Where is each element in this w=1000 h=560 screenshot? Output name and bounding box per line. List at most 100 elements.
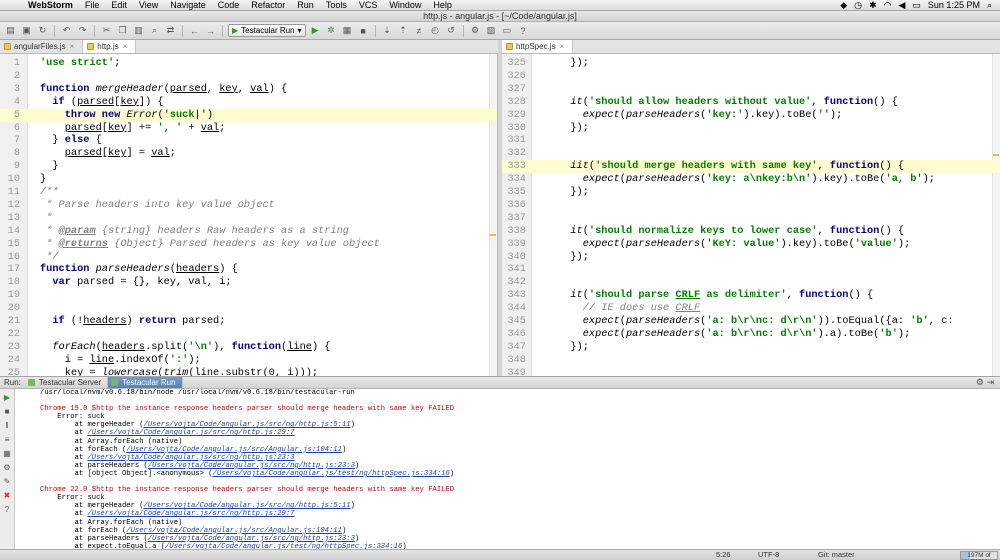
stack-trace-link[interactable]: /Users/vojta/Code/angular.js/src/ng/http… [87, 510, 294, 518]
line-number[interactable]: 348 [502, 354, 526, 367]
vcs-revert-icon[interactable]: ↺ [445, 24, 458, 37]
menu-help[interactable]: Help [427, 0, 458, 11]
code-text[interactable]: */ [40, 251, 58, 264]
debug-icon[interactable]: ✲ [325, 24, 338, 37]
code-line[interactable]: 344 // IE does use CRLF [502, 302, 1000, 315]
vcs-compare-icon[interactable]: ≠ [413, 24, 426, 37]
right-code-editor[interactable]: 325 }); 326 327 328 it('should allow header… [502, 54, 1000, 376]
line-number[interactable]: 347 [502, 341, 526, 354]
code-line[interactable]: 3 function mergeHeader(parsed, key, val) … [0, 83, 497, 96]
code-line[interactable]: 5 throw new Error('suck|') [0, 108, 497, 122]
help-icon[interactable]: ? [517, 24, 530, 37]
line-number[interactable]: 336 [502, 199, 526, 212]
code-text[interactable]: parsed[key] = val; [40, 147, 176, 160]
code-text[interactable]: function mergeHeader(parsed, key, val) { [40, 83, 287, 96]
code-line[interactable]: 349 [502, 367, 1000, 376]
line-number[interactable]: 340 [502, 251, 526, 264]
wifi-icon[interactable]: ◠ [884, 0, 892, 11]
line-number[interactable]: 2 [0, 70, 20, 83]
settings-icon[interactable]: ⚙ [2, 463, 12, 473]
code-line[interactable]: 19 [0, 289, 497, 302]
paste-icon[interactable]: ▥ [132, 24, 145, 37]
vcs-update-icon[interactable]: ⇣ [381, 24, 394, 37]
line-number[interactable]: 23 [0, 341, 20, 354]
code-line[interactable]: 345 expect(parseHeaders('a: b\r\nc: d\r\… [502, 315, 1000, 328]
line-number[interactable]: 14 [0, 225, 20, 238]
tab-angularfiles[interactable]: angularFiles.js × [0, 40, 84, 53]
code-text[interactable]: expect(parseHeaders('a: b\r\nc: d\r\n'))… [558, 315, 954, 328]
run-console-output[interactable]: /usr/local/nvm/v0.6.18/bin/node /usr/loc… [16, 389, 1000, 549]
code-text[interactable]: }); [558, 122, 589, 135]
help-icon[interactable]: ? [2, 505, 12, 515]
line-number[interactable]: 343 [502, 289, 526, 302]
code-text[interactable]: /** [40, 186, 59, 199]
line-number[interactable]: 12 [0, 199, 20, 212]
line-number[interactable]: 346 [502, 328, 526, 341]
line-number[interactable]: 5 [0, 109, 20, 122]
pin-icon[interactable]: ✎ [2, 477, 12, 487]
tab-http[interactable]: http.js × [83, 40, 137, 53]
code-text[interactable]: * @param {string} headers Raw headers as… [40, 225, 349, 238]
vcs-history-icon[interactable]: ◴ [429, 24, 442, 37]
code-line[interactable]: 330 }); [502, 122, 1000, 135]
line-number[interactable]: 13 [0, 212, 20, 225]
code-line[interactable]: 25 key = lowercase(trim(line.substr(0, i… [0, 367, 497, 376]
code-text[interactable]: if (!headers) return parsed; [40, 315, 225, 328]
close-icon[interactable]: × [70, 40, 75, 53]
volume-icon[interactable]: ◀ [898, 0, 905, 11]
code-line[interactable]: 20 [0, 302, 497, 315]
code-line[interactable]: 2 [0, 70, 497, 83]
code-line[interactable]: 331 [502, 134, 1000, 147]
caret-position[interactable]: 5:26 [716, 550, 731, 560]
close-icon[interactable]: × [560, 40, 565, 53]
sync-icon[interactable]: ↻ [36, 24, 49, 37]
app-menu[interactable]: WebStorm [22, 0, 79, 11]
line-number[interactable]: 342 [502, 276, 526, 289]
git-branch[interactable]: Git: master [818, 550, 855, 560]
code-line[interactable]: 24 i = line.indexOf(':'); [0, 354, 497, 367]
stack-trace-link[interactable]: /Users/vojta/Code/angular.js/src/Angular… [126, 446, 342, 454]
code-text[interactable]: }); [558, 251, 589, 264]
line-number[interactable]: 341 [502, 263, 526, 276]
code-text[interactable]: } [40, 160, 58, 173]
code-text[interactable]: key = lowercase(trim(line.substr(0, i)))… [40, 367, 318, 376]
copy-icon[interactable]: ❐ [116, 24, 129, 37]
menu-navigate[interactable]: Navigate [164, 0, 212, 11]
code-line[interactable]: 329 expect(parseHeaders('key:').key).toB… [502, 109, 1000, 122]
code-line[interactable]: 7 } else { [0, 134, 497, 147]
line-number[interactable]: 20 [0, 302, 20, 315]
menu-tools[interactable]: Tools [320, 0, 353, 11]
line-number[interactable]: 25 [0, 367, 20, 376]
line-number[interactable]: 4 [0, 96, 20, 109]
redo-icon[interactable]: ↷ [76, 24, 89, 37]
code-text[interactable]: * @returns {Object} Parsed headers as ke… [40, 238, 380, 251]
line-number[interactable]: 332 [502, 147, 526, 160]
code-text[interactable]: parsed[key] += ', ' + val; [40, 122, 226, 135]
dropbox-icon[interactable]: ◆ [840, 0, 847, 11]
code-line[interactable]: 347 }); [502, 341, 1000, 354]
line-number[interactable]: 7 [0, 134, 20, 147]
code-text[interactable]: it('should allow headers without value',… [558, 96, 898, 109]
code-text[interactable]: i = line.indexOf(':'); [40, 354, 201, 367]
line-number[interactable]: 8 [0, 147, 20, 160]
code-text[interactable]: it('should normalize keys to lower case'… [558, 225, 904, 238]
code-text[interactable]: expect(parseHeaders('a: b\r\nc: d\r\n').… [558, 328, 911, 341]
back-icon[interactable]: ← [188, 24, 201, 37]
stack-trace-link[interactable]: /Users/vojta/Code/angular.js/src/ng/http… [148, 535, 355, 543]
code-line[interactable]: 6 parsed[key] += ', ' + val; [0, 122, 497, 135]
find-icon[interactable]: ⌕ [148, 24, 161, 37]
code-line[interactable]: 21 if (!headers) return parsed; [0, 315, 497, 328]
menu-file[interactable]: File [79, 0, 106, 11]
code-text[interactable]: }); [558, 341, 589, 354]
undo-icon[interactable]: ↶ [60, 24, 73, 37]
code-line[interactable]: 333 iit('should merge headers with same … [502, 160, 1000, 174]
code-line[interactable]: 325 }); [502, 57, 1000, 70]
code-line[interactable]: 338 it('should normalize keys to lower c… [502, 225, 1000, 238]
code-text[interactable]: expect(parseHeaders('KeY: value').key).t… [558, 238, 911, 251]
terminal-icon[interactable]: ▭ [501, 24, 514, 37]
stack-trace-link[interactable]: /Users/vojta/Code/angular.js/src/ng/http… [144, 421, 351, 429]
tab-httpspec[interactable]: httpSpec.js × [502, 40, 574, 53]
line-number[interactable]: 1 [0, 57, 20, 70]
code-line[interactable]: 1 'use strict'; [0, 57, 497, 70]
code-text[interactable]: }); [558, 57, 589, 70]
